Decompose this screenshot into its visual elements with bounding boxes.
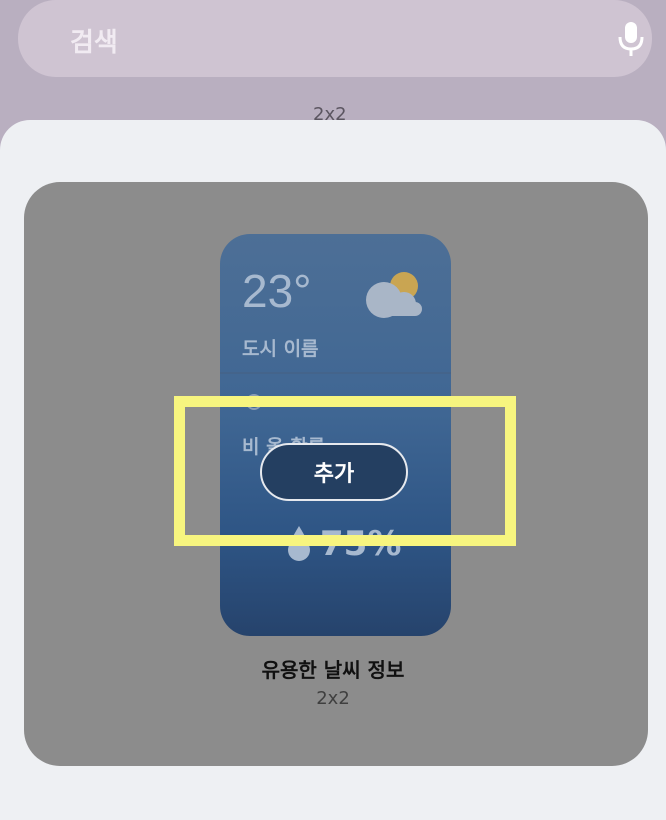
widget-temperature: 23° bbox=[242, 265, 312, 317]
partly-cloudy-icon bbox=[366, 272, 422, 318]
highlight-box bbox=[174, 396, 516, 546]
search-placeholder: 검색 bbox=[70, 28, 118, 58]
search-bar[interactable]: 검색 bbox=[18, 0, 652, 77]
widget-size: 2x2 bbox=[316, 688, 350, 709]
microphone-icon[interactable] bbox=[616, 20, 646, 58]
widget-divider bbox=[220, 372, 451, 374]
widget-title: 유용한 날씨 정보 bbox=[261, 658, 405, 682]
widget-city: 도시 이름 bbox=[242, 338, 319, 360]
